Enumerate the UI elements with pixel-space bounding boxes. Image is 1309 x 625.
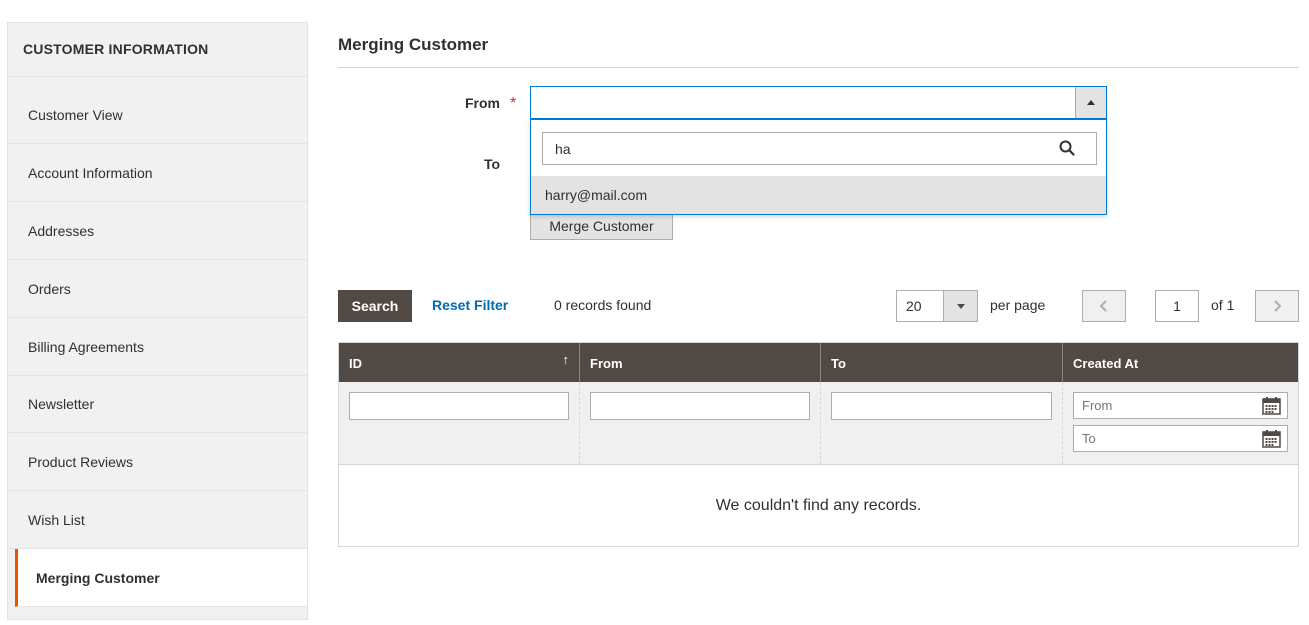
filter-id-input[interactable]: [349, 392, 569, 420]
next-page-button[interactable]: [1255, 290, 1299, 322]
filter-row: [339, 382, 1298, 465]
sidebar-item-orders[interactable]: Orders: [8, 260, 308, 318]
created-from-input[interactable]: [1074, 393, 1254, 418]
page-total: of 1: [1211, 297, 1235, 313]
sidebar-item-product-reviews[interactable]: Product Reviews: [8, 433, 308, 491]
to-label: To: [484, 156, 501, 172]
sidebar-item-wish-list[interactable]: Wish List: [8, 491, 308, 549]
sidebar-item-account-information[interactable]: Account Information: [8, 144, 308, 202]
column-header-label: ID: [349, 356, 362, 371]
customer-search-input[interactable]: [542, 132, 1097, 165]
records-found-count: 0 records found: [554, 297, 652, 313]
empty-records-message: We couldn't find any records.: [715, 496, 922, 514]
column-header-created-at[interactable]: Created At: [1063, 343, 1298, 382]
per-page-label: per page: [990, 297, 1046, 313]
per-page-select[interactable]: 20: [896, 290, 978, 322]
sort-ascending-icon: ↑: [562, 352, 570, 367]
dropdown-option[interactable]: harry@mail.com: [531, 176, 1106, 214]
grid-header: ID ↑ From To Created At: [339, 343, 1298, 382]
created-from-field[interactable]: [1073, 392, 1288, 419]
column-header-to[interactable]: To: [821, 343, 1063, 382]
chevron-right-icon: [1274, 300, 1282, 312]
search-button[interactable]: Search: [338, 290, 412, 322]
caret-down-icon: [956, 303, 965, 309]
per-page-value: 20: [906, 298, 922, 314]
from-customer-select[interactable]: [530, 86, 1107, 119]
calendar-icon[interactable]: [1262, 397, 1281, 415]
reset-filter-link[interactable]: Reset Filter: [432, 297, 508, 313]
page-number-input[interactable]: [1155, 290, 1199, 322]
filter-cell-from: [580, 382, 821, 464]
title-divider: [338, 67, 1299, 68]
chevron-left-icon: [1099, 300, 1107, 312]
filter-cell-created-at: [1063, 382, 1298, 464]
created-to-input[interactable]: [1074, 426, 1254, 451]
filter-to-input[interactable]: [831, 392, 1052, 420]
per-page-toggle[interactable]: [943, 291, 977, 321]
filter-from-input[interactable]: [590, 392, 810, 420]
previous-page-button[interactable]: [1082, 290, 1126, 322]
sidebar-item-addresses[interactable]: Addresses: [8, 202, 308, 260]
sidebar-title: CUSTOMER INFORMATION: [8, 23, 307, 77]
sidebar-item-billing-agreements[interactable]: Billing Agreements: [8, 318, 308, 376]
sidebar-item-newsletter[interactable]: Newsletter: [8, 375, 308, 433]
filter-cell-to: [821, 382, 1063, 464]
merge-history-grid: ID ↑ From To Created At From To We could…: [338, 342, 1299, 547]
column-header-id[interactable]: ID ↑: [339, 343, 580, 382]
page-title: Merging Customer: [338, 35, 489, 54]
from-label: From: [465, 95, 500, 111]
calendar-icon[interactable]: [1262, 430, 1281, 448]
required-star: *: [510, 95, 517, 112]
column-header-from[interactable]: From: [580, 343, 821, 382]
created-to-field[interactable]: [1073, 425, 1288, 452]
sidebar-item-merging-customer[interactable]: Merging Customer: [15, 549, 307, 607]
caret-up-icon: [1087, 100, 1095, 105]
from-customer-dropdown: harry@mail.com: [530, 119, 1107, 215]
search-icon[interactable]: [1059, 140, 1075, 156]
filter-cell-id: [339, 382, 580, 464]
sidebar-item-customer-view[interactable]: Customer View: [8, 86, 308, 144]
dropdown-toggle-button[interactable]: [1075, 87, 1106, 118]
